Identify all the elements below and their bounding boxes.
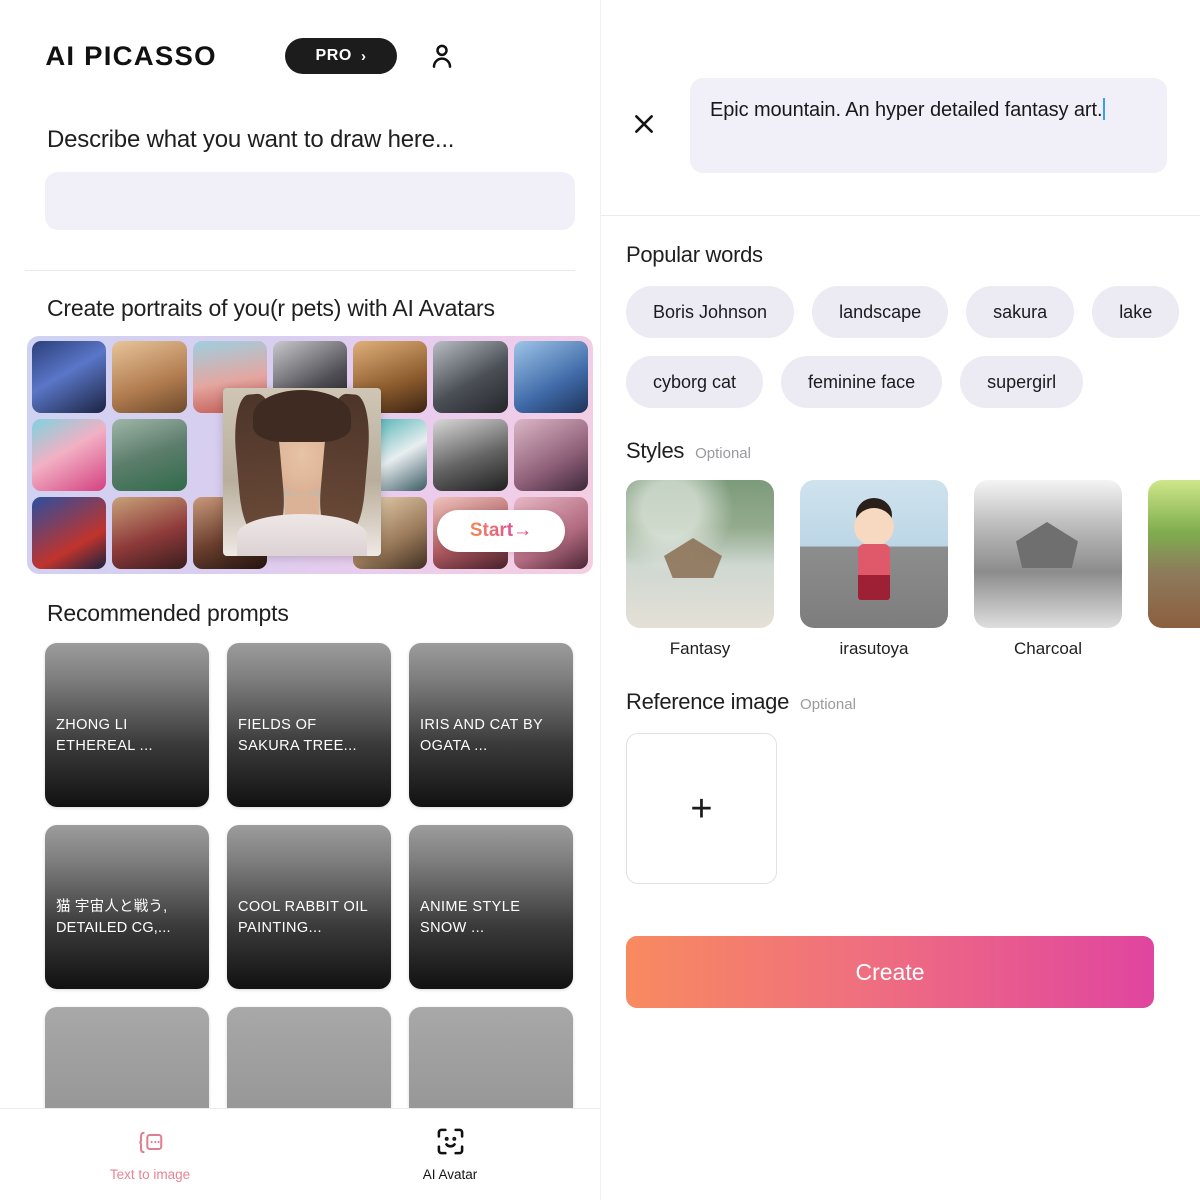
irasutoya-thumb: [800, 480, 948, 628]
prompt-editor-row: Epic mountain. An hyper detailed fantasy…: [601, 0, 1200, 173]
avatar-tile: [513, 341, 588, 413]
styles-title: Styles: [626, 438, 685, 463]
style-option-irasutoya[interactable]: irasutoya: [800, 480, 948, 659]
style-option-fantasy[interactable]: Fantasy: [626, 480, 774, 659]
prompt-card-text: 猫 宇宙人と戦う, DETAILED CG,...: [56, 899, 171, 937]
avatar-tile: [433, 341, 508, 413]
popular-word-chip[interactable]: feminine face: [781, 356, 943, 408]
styles-header: Styles Optional: [626, 438, 1200, 464]
nav-item-text-to-image[interactable]: Text to image: [0, 1109, 300, 1200]
avatar-section-title: Create portraits of you(r pets) with AI …: [47, 295, 495, 321]
describe-title: Describe what you want to draw here...: [47, 126, 455, 153]
popular-word-chip[interactable]: supergirl: [960, 356, 1084, 408]
style-option-3d[interactable]: 3D: [1148, 480, 1200, 659]
style-option-charcoal[interactable]: Charcoal: [974, 480, 1122, 659]
photo-detail: [237, 514, 367, 556]
avatar-tile: [433, 419, 508, 491]
prompt-text: Epic mountain. An hyper detailed fantasy…: [710, 99, 1103, 121]
nav-label-text-to-image: Text to image: [109, 1166, 191, 1182]
face-id-icon: [436, 1127, 465, 1161]
plus-icon: +: [690, 787, 713, 830]
style-label: 3D: [1148, 639, 1200, 659]
popular-word-chip[interactable]: lake: [1092, 286, 1180, 338]
create-button[interactable]: Create: [626, 936, 1154, 1008]
style-label: Fantasy: [669, 639, 731, 658]
prompt-card[interactable]: 猫 宇宙人と戦う, DETAILED CG,...: [45, 825, 209, 989]
chevron-right-icon: ›: [360, 47, 367, 65]
ai-avatars-banner[interactable]: Start →: [27, 336, 593, 574]
photo-detail: [253, 390, 351, 442]
popular-words-header: Popular words: [626, 242, 1200, 268]
add-reference-image-button[interactable]: +: [626, 733, 777, 884]
pro-label: PRO: [315, 47, 352, 64]
recommended-prompts-title: Recommended prompts: [47, 600, 289, 626]
fantasy-thumb: [626, 480, 774, 628]
popular-word-chip[interactable]: Boris Johnson: [626, 286, 795, 338]
avatar-tile: [112, 497, 187, 569]
popular-word-chip[interactable]: sakura: [966, 286, 1075, 338]
recommended-prompts-grid: ZHONG LI ETHEREAL ... FIELDS OF SAKURA T…: [45, 643, 577, 1171]
app-root: AI PICASSO PRO › Describe what you want …: [0, 0, 1200, 1200]
style-label: irasutoya: [839, 639, 909, 658]
start-avatars-button[interactable]: Start →: [437, 510, 565, 552]
charcoal-thumb: [974, 480, 1122, 628]
prompt-textarea[interactable]: Epic mountain. An hyper detailed fantasy…: [690, 78, 1167, 173]
arrow-right-icon: →: [513, 520, 533, 541]
avatar-tile: [32, 341, 107, 413]
popular-word-chip[interactable]: landscape: [812, 286, 949, 338]
styles-optional-label: Optional: [695, 445, 751, 462]
start-button-label: Start: [469, 520, 514, 541]
prompt-card-text: COOL RABBIT OIL PAINTING...: [238, 899, 368, 937]
text-cursor: [1103, 98, 1106, 120]
close-icon[interactable]: [631, 111, 657, 137]
prompt-card-text: ANIME STYLE SNOW ...: [420, 899, 521, 937]
3d-thumb: [1148, 480, 1200, 628]
avatar-tile: [112, 419, 187, 491]
popular-words-title: Popular words: [626, 242, 763, 267]
nav-label-ai-avatar: AI Avatar: [422, 1167, 478, 1182]
prompt-card-text: IRIS AND CAT BY OGATA ...: [420, 717, 543, 755]
reference-image-header: Reference image Optional: [626, 689, 1200, 715]
popular-words-chips: Boris Johnson landscape sakura lake cybo…: [626, 286, 1200, 408]
section-divider: [25, 270, 575, 271]
avatar-tile: [32, 419, 107, 491]
prompt-card[interactable]: ZHONG LI ETHEREAL ...: [45, 643, 209, 807]
prompt-card-text: FIELDS OF SAKURA TREE...: [238, 717, 357, 755]
prompt-card[interactable]: ANIME STYLE SNOW ...: [409, 825, 573, 989]
prompt-card[interactable]: IRIS AND CAT BY OGATA ...: [409, 643, 573, 807]
right-panel: Epic mountain. An hyper detailed fantasy…: [600, 0, 1200, 1200]
avatar-tile: [112, 341, 187, 413]
panel-divider: [601, 215, 1200, 216]
left-panel: AI PICASSO PRO › Describe what you want …: [0, 0, 600, 1200]
prompt-card-text: ZHONG LI ETHEREAL ...: [56, 717, 153, 755]
prompt-card[interactable]: COOL RABBIT OIL PAINTING...: [227, 825, 391, 989]
reference-image-optional-label: Optional: [800, 696, 856, 713]
left-prompt-input[interactable]: [45, 172, 575, 230]
person-icon[interactable]: [427, 41, 457, 71]
styles-carousel[interactable]: Fantasy irasutoya Charcoal 3D: [626, 480, 1200, 659]
reference-image-title: Reference image: [626, 689, 790, 714]
bottom-navigation: Text to image AI Avatar: [0, 1108, 600, 1200]
pro-upgrade-button[interactable]: PRO ›: [285, 38, 398, 74]
avatar-tile: [32, 497, 107, 569]
app-header: AI PICASSO PRO ›: [0, 0, 600, 74]
brand-logo: AI PICASSO: [45, 40, 217, 71]
nav-item-ai-avatar[interactable]: AI Avatar: [300, 1109, 600, 1200]
style-label: Charcoal: [1013, 639, 1083, 658]
popular-word-chip[interactable]: cyborg cat: [626, 356, 764, 408]
featured-avatar-photo: [223, 388, 381, 556]
avatar-tile: [513, 419, 588, 491]
prompt-card[interactable]: FIELDS OF SAKURA TREE...: [227, 643, 391, 807]
text-to-image-icon: [135, 1128, 165, 1161]
